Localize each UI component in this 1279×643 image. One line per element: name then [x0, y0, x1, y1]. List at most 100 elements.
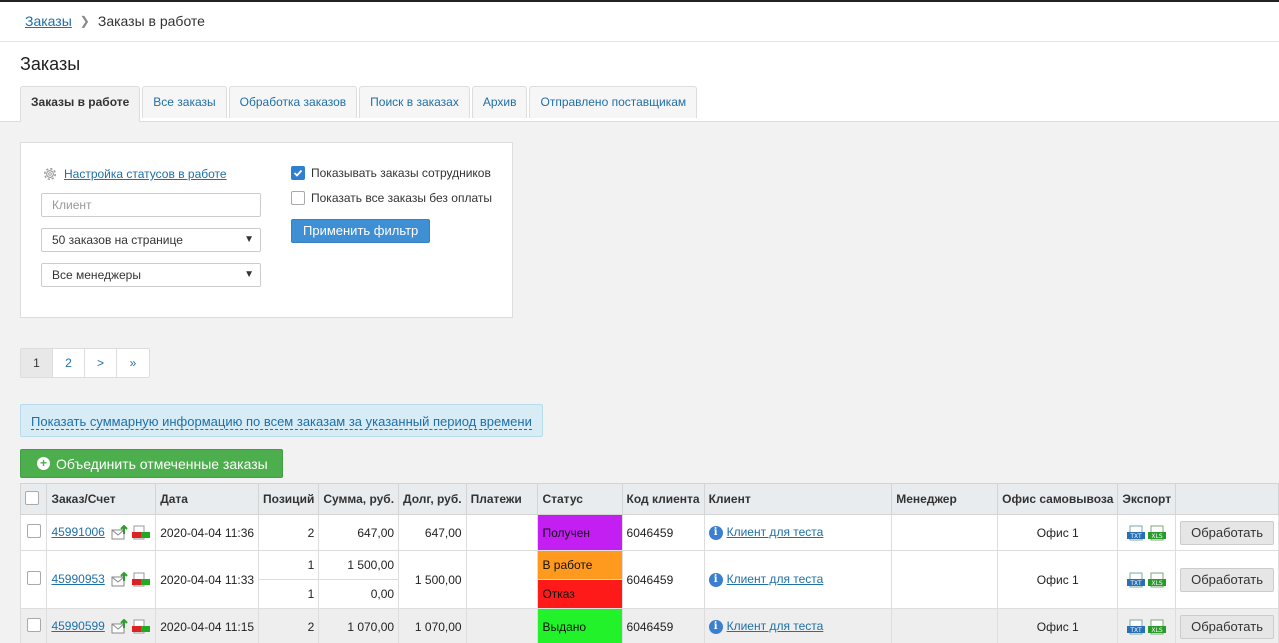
per-page-select[interactable]: 50 заказов на странице ▼ [41, 228, 261, 252]
page-last[interactable]: » [117, 349, 149, 377]
client-input[interactable]: Клиент [41, 193, 261, 217]
row-select-checkbox[interactable] [26, 618, 41, 632]
client-link[interactable]: Клиент для теста [727, 572, 824, 586]
office-cell: Офис 1 [997, 514, 1119, 551]
sum-cell: 1 500,00 [318, 550, 400, 580]
order-link[interactable]: 45990953 [51, 572, 104, 586]
status-badge: В работе [538, 551, 622, 579]
date-cell: 2020-04-04 11:36 [155, 514, 260, 551]
email-send-icon[interactable] [111, 571, 129, 588]
order-link[interactable]: 45991006 [51, 525, 104, 539]
managers-value: Все менеджеры [52, 268, 141, 282]
order-icons [111, 571, 151, 588]
client-code-cell: 6046459 [621, 550, 705, 609]
summary-info-link[interactable]: Показать суммарную информацию по всем за… [31, 414, 532, 430]
manager-cell [891, 550, 999, 609]
export-cell: TXT XLS [1117, 608, 1177, 643]
filter-panel: Настройка статусов в работе Клиент 50 за… [20, 142, 513, 318]
info-icon[interactable]: i [708, 619, 723, 634]
page-title: Заказы [20, 54, 81, 74]
summary-info-box: Показать суммарную информацию по всем за… [20, 404, 543, 437]
pdf-xls-icon[interactable] [131, 525, 151, 541]
txt-file-icon[interactable]: TXT [1127, 572, 1146, 588]
show-unpaid-label: Показать все заказы без оплаты [311, 191, 492, 205]
office-cell: Офис 1 [997, 608, 1119, 643]
xls-file-icon[interactable]: XLS [1148, 572, 1167, 588]
select-all-checkbox[interactable] [25, 490, 39, 505]
txt-file-icon[interactable]: TXT [1127, 619, 1146, 635]
row-select-checkbox[interactable] [26, 571, 41, 585]
page-next[interactable]: > [85, 349, 117, 377]
email-send-icon[interactable] [111, 618, 129, 635]
checkmark-icon [293, 169, 303, 177]
top-bar: Заказы ❯ Заказы в работе [0, 0, 1279, 42]
row-select-cell [19, 608, 48, 643]
info-icon[interactable]: i [708, 525, 723, 540]
tab-sent-to-suppliers[interactable]: Отправлено поставщикам [529, 86, 698, 118]
chevron-right-icon: ❯ [79, 14, 90, 28]
order-link[interactable]: 45990599 [51, 619, 104, 633]
row-select-cell [19, 514, 48, 551]
dropdown-arrow-icon: ▼ [244, 234, 254, 245]
client-link[interactable]: Клиент для теста [727, 619, 824, 633]
select-all-cell [19, 483, 48, 515]
header-export: Экспорт [1117, 483, 1177, 515]
gear-icon [44, 168, 56, 180]
office-cell: Офис 1 [997, 550, 1119, 609]
status-badge: Отказ [538, 580, 622, 608]
info-icon[interactable]: i [708, 572, 723, 587]
page-1[interactable]: 1 [21, 349, 53, 377]
positions-cell: 2 [258, 608, 320, 643]
apply-filter-button[interactable]: Применить фильтр [291, 219, 431, 243]
client-link[interactable]: Клиент для теста [727, 525, 824, 539]
show-unpaid-checkbox[interactable] [291, 191, 305, 205]
tab-order-processing[interactable]: Обработка заказов [228, 86, 358, 118]
email-send-icon[interactable] [111, 524, 129, 541]
table-row: 45991006 2020-04-04 11:36 2 647,00 647,0… [19, 514, 1279, 551]
table-row: 45990599 2020-04-04 11:15 2 1 070,00 1 0… [19, 608, 1279, 643]
pdf-xls-icon[interactable] [131, 572, 151, 588]
tab-all-orders[interactable]: Все заказы [142, 86, 227, 118]
header-order: Заказ/Счет [46, 483, 157, 515]
debt-cell: 1 500,00 [398, 550, 467, 609]
client-cell: i Клиент для теста [703, 514, 893, 551]
tab-orders-in-work[interactable]: Заказы в работе [20, 86, 141, 122]
header-sum: Сумма, руб. [318, 483, 400, 515]
order-icons [111, 618, 151, 635]
row-select-checkbox[interactable] [26, 524, 41, 538]
status-cell: В работе [537, 550, 623, 580]
header-manager: Менеджер [891, 483, 999, 515]
xls-file-icon[interactable]: XLS [1148, 619, 1167, 635]
breadcrumb-current: Заказы в работе [97, 13, 205, 29]
page-header: Заказы Заказы в работе Все заказы Обрабо… [0, 42, 1279, 122]
table-row: 45990953 2020-04-04 11:33 1 1 500,00 1 5… [19, 550, 1279, 609]
svg-text:XLS: XLS [1152, 580, 1163, 587]
table-header-row: Заказ/Счет Дата Позиций Сумма, руб. Долг… [19, 483, 1279, 515]
xls-file-icon[interactable]: XLS [1148, 525, 1167, 541]
manager-cell [891, 608, 999, 643]
page-2[interactable]: 2 [53, 349, 85, 377]
status-settings-link[interactable]: Настройка статусов в работе [64, 167, 227, 181]
process-button[interactable]: Обработать [1180, 614, 1274, 639]
pagination: 1 2 > » [20, 348, 150, 378]
client-code-cell: 6046459 [621, 608, 705, 643]
txt-file-icon[interactable]: TXT [1127, 525, 1146, 541]
merge-orders-button[interactable]: + Объединить отмеченные заказы [20, 449, 283, 478]
process-button[interactable]: Обработать [1180, 520, 1274, 545]
header-payments: Платежи [465, 483, 539, 515]
pdf-xls-icon[interactable] [131, 619, 151, 635]
sum-cell: 0,00 [318, 579, 400, 609]
svg-text:TXT: TXT [1129, 533, 1142, 540]
tab-archive[interactable]: Архив [471, 86, 528, 118]
order-cell: 45991006 [46, 514, 157, 551]
debt-cell: 1 070,00 [398, 608, 467, 643]
process-button[interactable]: Обработать [1180, 567, 1274, 592]
actions-cell: Обработать [1175, 514, 1279, 551]
breadcrumb-orders-link[interactable]: Заказы [25, 13, 72, 29]
tab-order-search[interactable]: Поиск в заказах [359, 86, 470, 118]
header-actions [1175, 483, 1279, 515]
svg-text:XLS: XLS [1152, 627, 1163, 634]
sum-cell: 1 070,00 [318, 608, 400, 643]
show-employees-checkbox[interactable] [291, 166, 305, 180]
managers-select[interactable]: Все менеджеры ▼ [41, 263, 261, 287]
